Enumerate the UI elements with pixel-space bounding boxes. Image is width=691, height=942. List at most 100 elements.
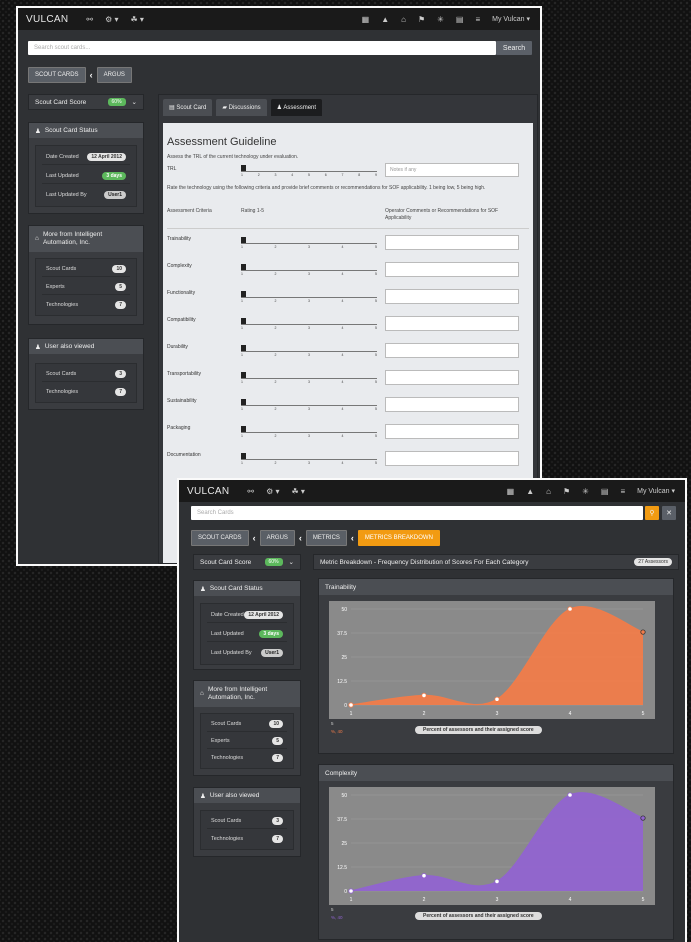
more-row-technologies[interactable]: Technologies 7 bbox=[42, 297, 130, 313]
rating-slider[interactable]: 1 2 3 4 5 bbox=[241, 426, 377, 440]
breadcrumb-metrics[interactable]: METRICS bbox=[305, 530, 347, 546]
trl-slider[interactable]: 1 2 3 4 5 6 7 8 9 bbox=[241, 165, 377, 179]
slider-handle[interactable] bbox=[241, 237, 246, 243]
grid-icon[interactable]: ▦ bbox=[501, 487, 521, 496]
data-point[interactable] bbox=[494, 878, 500, 885]
breadcrumb-argus[interactable]: ARGUS bbox=[259, 530, 295, 546]
more-row-experts[interactable]: Experts 5 bbox=[207, 733, 287, 749]
share-icon[interactable]: ✳ bbox=[431, 15, 450, 24]
comment-field[interactable] bbox=[385, 235, 519, 250]
settings-menu-icon[interactable]: ⚙ ▾ bbox=[99, 15, 124, 24]
search-input[interactable]: Search Cards bbox=[191, 506, 643, 520]
row-value: 7 bbox=[272, 835, 283, 843]
data-point[interactable] bbox=[567, 606, 573, 612]
clear-button[interactable]: ✕ bbox=[662, 506, 676, 520]
tick: 5 bbox=[308, 173, 310, 177]
rating-slider[interactable]: 1 2 3 4 5 bbox=[241, 291, 377, 305]
tools-menu-icon[interactable]: ☘ ▾ bbox=[125, 15, 150, 24]
brand-logo[interactable]: VULCAN bbox=[179, 486, 241, 497]
rating-slider[interactable]: 1 2 3 4 5 bbox=[241, 399, 377, 413]
slider-handle[interactable] bbox=[241, 426, 246, 432]
more-row-technologies[interactable]: Technologies 7 bbox=[207, 750, 287, 766]
chart-icon[interactable]: ≡ bbox=[469, 15, 486, 24]
calendar-icon[interactable]: ▤ bbox=[595, 487, 615, 496]
home-icon[interactable]: ⚯ bbox=[80, 15, 99, 24]
slider-handle[interactable] bbox=[241, 165, 246, 171]
comment-field[interactable] bbox=[385, 424, 519, 439]
data-point[interactable] bbox=[494, 696, 500, 702]
rating-slider[interactable]: 1 2 3 4 5 bbox=[241, 264, 377, 278]
also-viewed-panel: ♟ User also viewed Scout Cards 3 Technolog… bbox=[193, 787, 301, 857]
comment-field[interactable] bbox=[385, 370, 519, 385]
comment-field[interactable] bbox=[385, 343, 519, 358]
also-row-scout-cards[interactable]: Scout Cards 3 bbox=[207, 813, 287, 829]
flag-icon[interactable]: ⚑ bbox=[557, 487, 576, 496]
row-value[interactable]: User1 bbox=[261, 649, 283, 657]
grid-icon[interactable]: ▦ bbox=[356, 15, 376, 24]
more-row-scout-cards[interactable]: Scout Cards 10 bbox=[42, 261, 130, 277]
more-row-experts[interactable]: Experts 5 bbox=[42, 279, 130, 295]
data-point[interactable] bbox=[348, 888, 354, 894]
calendar-icon[interactable]: ▤ bbox=[450, 15, 470, 24]
scout-card-score[interactable]: Scout Card Score 60% ⌄ bbox=[28, 94, 144, 110]
search-input[interactable]: Search scout cards... bbox=[28, 41, 496, 55]
user-menu[interactable]: My Vulcan ▾ bbox=[631, 487, 685, 495]
tab-label: Assessment bbox=[283, 105, 317, 111]
rating-slider[interactable]: 1 2 3 4 5 bbox=[241, 345, 377, 359]
data-point[interactable] bbox=[640, 629, 646, 635]
tab-discussions[interactable]: ▰ Discussions bbox=[216, 99, 267, 116]
tab-scout-card[interactable]: ▤ Scout Card bbox=[163, 99, 213, 116]
data-point[interactable] bbox=[567, 792, 573, 798]
breadcrumb-separator-icon: ‹ bbox=[89, 70, 93, 80]
slider-handle[interactable] bbox=[241, 453, 246, 459]
search-button[interactable]: Search bbox=[496, 41, 532, 55]
settings-menu-icon[interactable]: ⚙ ▾ bbox=[260, 487, 285, 496]
building-icon[interactable]: ⌂ bbox=[540, 487, 557, 496]
breadcrumb-scout-cards[interactable]: SCOUT CARDS bbox=[28, 67, 86, 83]
comment-field[interactable] bbox=[385, 397, 519, 412]
flag-icon[interactable]: ⚑ bbox=[412, 15, 431, 24]
comment-field[interactable] bbox=[385, 316, 519, 331]
slider-handle[interactable] bbox=[241, 318, 246, 324]
data-point[interactable] bbox=[421, 692, 427, 699]
slider-handle[interactable] bbox=[241, 291, 246, 297]
also-row-technologies[interactable]: Technologies 7 bbox=[207, 831, 287, 847]
row-value[interactable]: User1 bbox=[104, 191, 126, 199]
tools-menu-icon[interactable]: ☘ ▾ bbox=[286, 487, 311, 496]
data-point[interactable] bbox=[348, 702, 354, 708]
comment-field[interactable] bbox=[385, 262, 519, 277]
data-point[interactable] bbox=[421, 873, 427, 879]
user-icon: ♟ bbox=[35, 343, 41, 351]
brand-logo[interactable]: VULCAN bbox=[18, 14, 80, 25]
search-button[interactable]: ⚲ bbox=[645, 506, 659, 520]
tab-assessment[interactable]: ♟ Assessment bbox=[270, 99, 323, 116]
alert-icon[interactable]: ▲ bbox=[375, 15, 395, 24]
tick: 4 bbox=[341, 299, 344, 303]
also-row-scout-cards[interactable]: Scout Cards 3 bbox=[42, 366, 130, 382]
slider-handle[interactable] bbox=[241, 372, 246, 378]
also-row-technologies[interactable]: Technologies 7 bbox=[42, 384, 130, 400]
comment-field[interactable] bbox=[385, 289, 519, 304]
rating-slider[interactable]: 1 2 3 4 5 bbox=[241, 372, 377, 386]
share-icon[interactable]: ✳ bbox=[576, 487, 595, 496]
rating-slider[interactable]: 1 2 3 4 5 bbox=[241, 318, 377, 332]
breadcrumb-metrics-breakdown[interactable]: METRICS BREAKDOWN bbox=[357, 530, 440, 546]
slider-handle[interactable] bbox=[241, 399, 246, 405]
comment-field[interactable] bbox=[385, 451, 519, 466]
rating-slider[interactable]: 1 2 3 4 5 bbox=[241, 237, 377, 251]
slider-handle[interactable] bbox=[241, 345, 246, 351]
chart-icon[interactable]: ≡ bbox=[614, 487, 631, 496]
breadcrumb-argus[interactable]: ARGUS bbox=[96, 67, 132, 83]
more-row-scout-cards[interactable]: Scout Cards 10 bbox=[207, 716, 287, 732]
scout-card-score[interactable]: Scout Card Score 60% ⌄ bbox=[193, 554, 301, 570]
alert-icon[interactable]: ▲ bbox=[520, 487, 540, 496]
row-value: 5 bbox=[115, 282, 126, 291]
home-icon[interactable]: ⚯ bbox=[241, 487, 260, 496]
user-menu[interactable]: My Vulcan ▾ bbox=[486, 15, 540, 23]
breadcrumb-scout-cards[interactable]: SCOUT CARDS bbox=[191, 530, 249, 546]
data-point[interactable] bbox=[640, 815, 646, 821]
slider-handle[interactable] bbox=[241, 264, 246, 270]
rating-slider[interactable]: 1 2 3 4 5 bbox=[241, 453, 377, 467]
trl-notes-field[interactable]: Notes if any bbox=[385, 163, 519, 177]
building-icon[interactable]: ⌂ bbox=[395, 15, 412, 24]
